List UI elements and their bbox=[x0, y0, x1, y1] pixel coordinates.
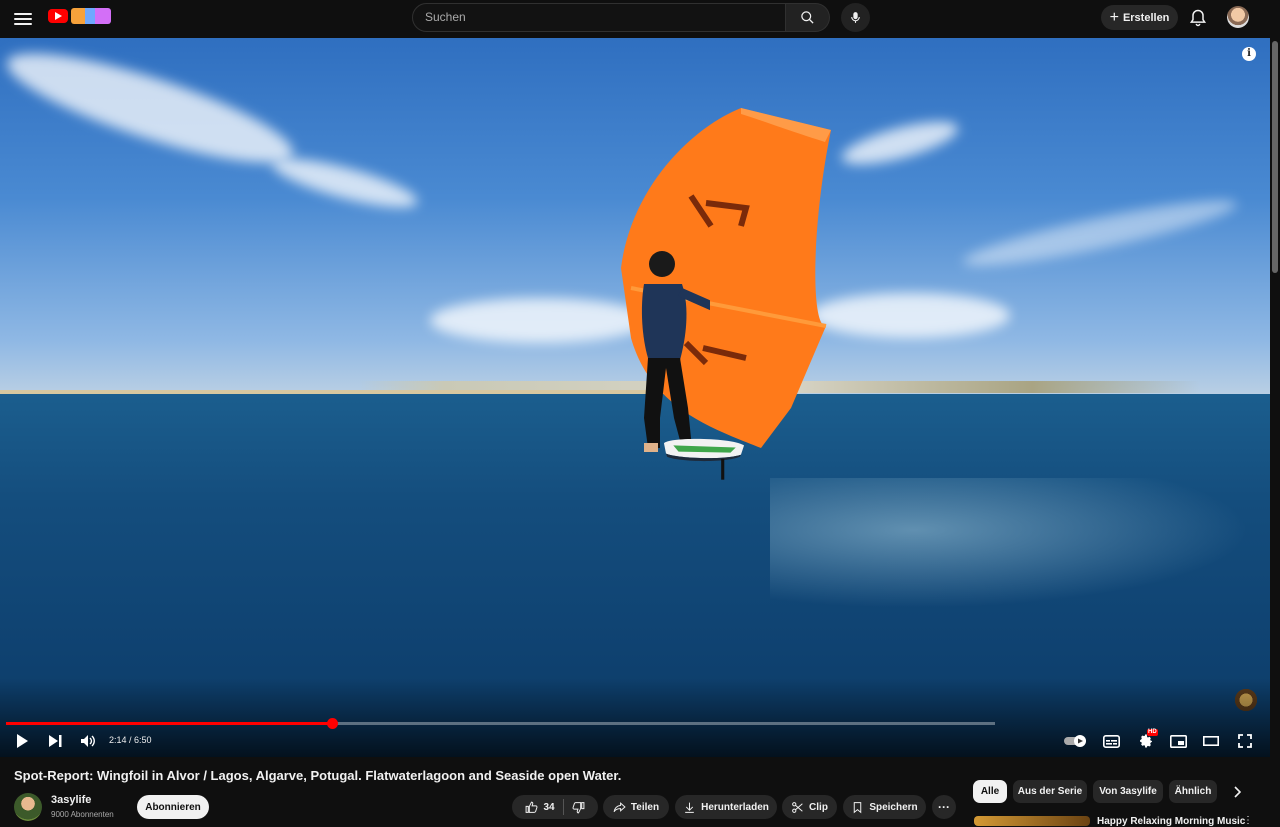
chip-related[interactable]: Ähnlich bbox=[1169, 780, 1217, 803]
theater-icon bbox=[1203, 736, 1219, 746]
chip-all[interactable]: Alle bbox=[973, 780, 1007, 803]
settings-button[interactable]: HD bbox=[1135, 729, 1158, 751]
youtube-logo[interactable] bbox=[48, 9, 68, 23]
create-label: Erstellen bbox=[1122, 11, 1170, 24]
autoplay-toggle-icon bbox=[1064, 735, 1086, 747]
video-title: Spot-Report: Wingfoil in Alvor / Lagos, … bbox=[14, 768, 622, 783]
subtitles-icon bbox=[1102, 734, 1120, 748]
hd-badge: HD bbox=[1147, 729, 1158, 736]
channel-name[interactable]: 3asylife bbox=[51, 794, 91, 806]
share-button[interactable]: Teilen bbox=[603, 795, 669, 819]
search-input[interactable]: Suchen bbox=[412, 3, 786, 32]
download-icon bbox=[685, 802, 694, 813]
autoplay-toggle[interactable] bbox=[1063, 731, 1089, 751]
dislike-button[interactable] bbox=[564, 801, 585, 814]
scrollbar-thumb[interactable] bbox=[1272, 41, 1278, 273]
chip-from-channel[interactable]: Von 3asylife bbox=[1093, 780, 1163, 803]
account-avatar[interactable] bbox=[1227, 6, 1249, 28]
thumbs-up-icon bbox=[526, 801, 538, 813]
save-label: Speichern bbox=[869, 801, 918, 813]
youtube-doodle[interactable] bbox=[71, 8, 111, 24]
subscriber-count: 9000 Abonnenten bbox=[51, 810, 114, 819]
search-button[interactable] bbox=[786, 3, 830, 32]
video-frame-wake bbox=[770, 478, 1250, 608]
download-label: Herunterladen bbox=[701, 801, 769, 813]
scissors-icon bbox=[792, 801, 803, 813]
like-dislike-group: 34 bbox=[512, 795, 598, 819]
recommendation-title[interactable]: Happy Relaxing Morning Music bbox=[1097, 816, 1245, 827]
recommendation-thumbnail[interactable] bbox=[974, 816, 1090, 826]
clip-button[interactable]: Clip bbox=[782, 795, 837, 819]
chips-next-button[interactable] bbox=[1228, 783, 1246, 801]
more-actions-button[interactable]: ··· bbox=[932, 795, 956, 819]
search-icon bbox=[801, 11, 814, 24]
menu-icon[interactable] bbox=[14, 10, 32, 28]
volume-button[interactable] bbox=[78, 731, 98, 751]
next-icon bbox=[49, 735, 62, 747]
thumbs-down-icon bbox=[572, 801, 584, 813]
theater-mode-button[interactable] bbox=[1201, 731, 1221, 751]
page-scrollbar[interactable] bbox=[1270, 38, 1280, 823]
channel-avatar[interactable] bbox=[14, 793, 42, 821]
miniplayer-icon bbox=[1169, 734, 1187, 748]
like-button[interactable]: 34 bbox=[525, 799, 564, 815]
wingfoil-rider bbox=[641, 251, 710, 452]
chevron-right-icon bbox=[1234, 786, 1241, 798]
bell-icon[interactable] bbox=[1188, 8, 1208, 28]
cloud bbox=[810, 293, 1010, 338]
download-button[interactable]: Herunterladen bbox=[675, 795, 777, 819]
miniplayer-button[interactable] bbox=[1168, 731, 1188, 751]
subscribe-button[interactable]: Abonnieren bbox=[137, 795, 209, 819]
foil-board bbox=[663, 438, 745, 480]
bookmark-icon bbox=[854, 801, 862, 813]
plus-icon: + bbox=[1109, 8, 1119, 26]
more-icon: ··· bbox=[938, 800, 950, 814]
time-display: 2:14 / 6:50 bbox=[109, 735, 152, 745]
video-player[interactable]: i 2:14 / 6:50 HD bbox=[0, 38, 1270, 757]
like-count: 34 bbox=[543, 801, 555, 813]
next-button[interactable] bbox=[45, 731, 65, 751]
masthead: Suchen + Erstellen bbox=[0, 0, 1280, 38]
share-icon bbox=[613, 801, 626, 812]
chip-series[interactable]: Aus der Serie bbox=[1013, 780, 1087, 803]
recommendation-menu-icon[interactable]: ⋮ bbox=[1243, 815, 1253, 826]
fullscreen-button[interactable] bbox=[1235, 731, 1255, 751]
info-icon[interactable]: i bbox=[1242, 47, 1256, 61]
volume-icon bbox=[81, 735, 95, 747]
share-label: Teilen bbox=[630, 801, 660, 813]
progress-played bbox=[6, 722, 333, 725]
save-button[interactable]: Speichern bbox=[843, 795, 926, 819]
clip-label: Clip bbox=[809, 801, 828, 813]
play-icon bbox=[17, 734, 28, 748]
play-button[interactable] bbox=[12, 731, 32, 751]
progress-bar[interactable] bbox=[6, 718, 995, 729]
fullscreen-icon bbox=[1238, 734, 1252, 748]
create-button[interactable]: + Erstellen bbox=[1101, 5, 1178, 30]
voice-search-button[interactable] bbox=[841, 3, 870, 32]
mic-icon bbox=[851, 12, 860, 23]
subtitles-button[interactable] bbox=[1101, 731, 1121, 751]
